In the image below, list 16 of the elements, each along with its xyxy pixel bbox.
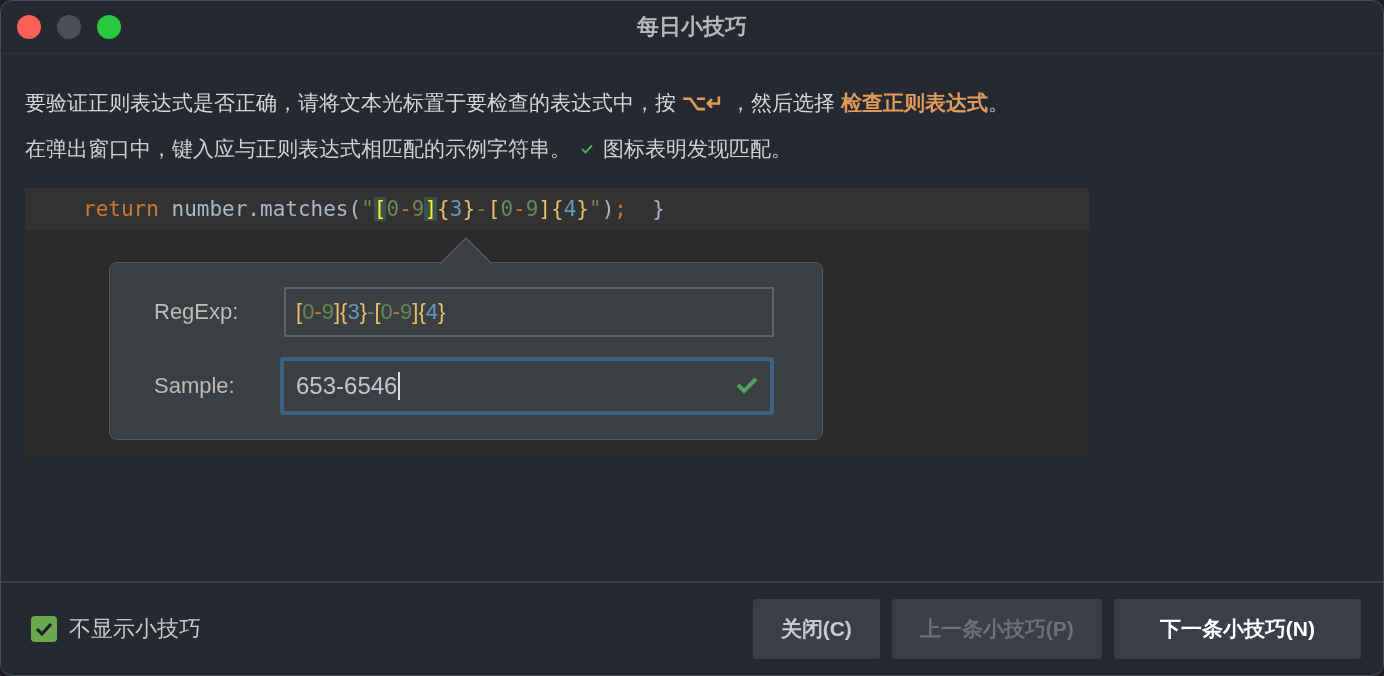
checkbox-label: 不显示小技巧 — [69, 615, 201, 643]
dialog-button[interactable]: 下一条小技巧(N) — [1113, 599, 1361, 659]
instruction-text: 要验证正则表达式是否正确，请将文本光标置于要检查的表达式中，按 ⌥↵ ，然后选择 检查正则表达式。 — [25, 90, 1010, 116]
regexp-label: RegExp: — [154, 299, 240, 325]
regexp-field[interactable]: [0-9]{3}-[0-9]{4} — [284, 287, 774, 337]
check-icon — [581, 144, 593, 154]
instruction-text: 图标表明发现匹配。 — [603, 136, 792, 162]
checkbox[interactable] — [31, 616, 57, 642]
sample-field[interactable]: 653-6546 — [280, 357, 774, 415]
check-icon — [35, 622, 53, 636]
instruction-text: 在弹出窗口中，键入应与正则表达式相匹配的示例字符串。 — [25, 136, 571, 162]
sample-label: Sample: — [154, 373, 236, 399]
dialog-button[interactable]: 关闭(C) — [752, 599, 880, 659]
close-window-button[interactable] — [17, 15, 41, 39]
window-title: 每日小技巧 — [637, 13, 747, 41]
maximize-window-button[interactable] — [97, 15, 121, 39]
